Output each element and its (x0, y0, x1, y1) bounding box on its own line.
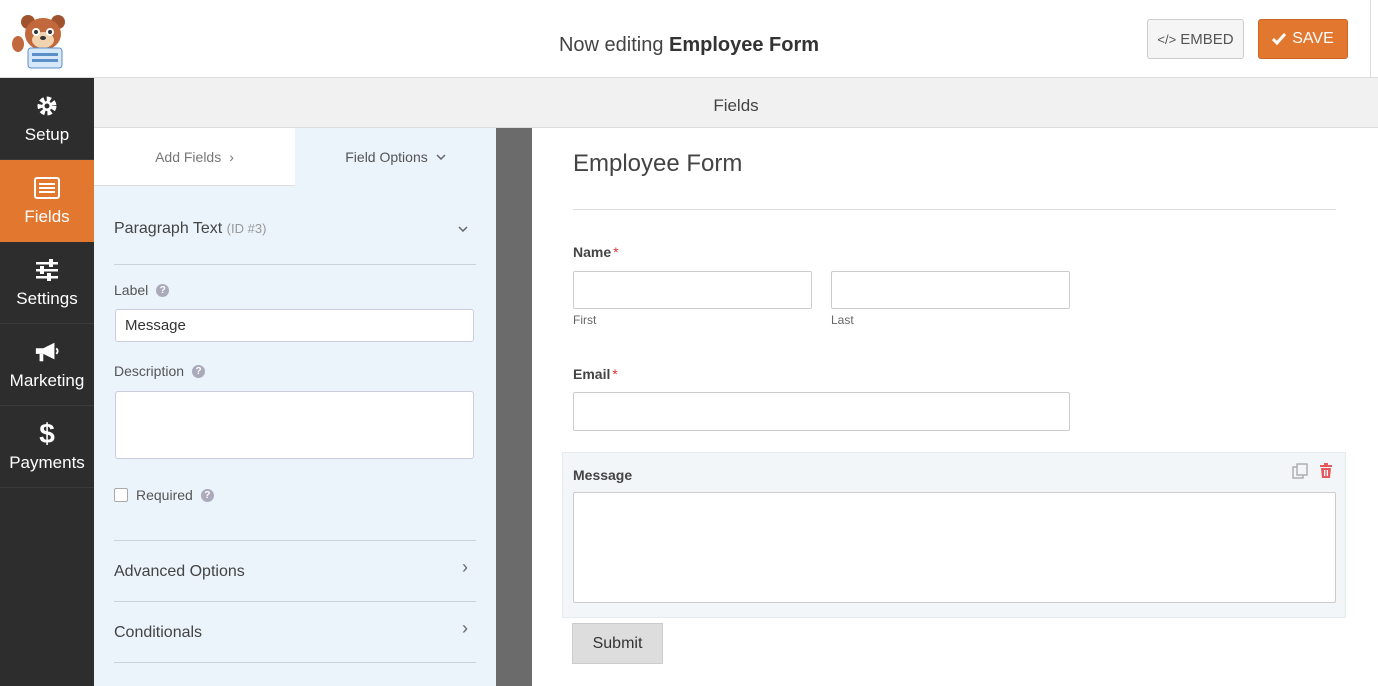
embed-button[interactable]: </> EMBED (1147, 19, 1244, 59)
check-icon (1272, 33, 1287, 45)
advanced-options-header[interactable]: Advanced Options › (114, 540, 476, 602)
label-caption-text: Label (114, 282, 149, 298)
sidebar-item-label: Fields (24, 206, 70, 226)
email-input[interactable] (573, 392, 1070, 431)
duplicate-icon[interactable] (1292, 463, 1308, 479)
top-bar: Now editing Employee Form </> EMBED SAVE (0, 0, 1378, 78)
form-title: Employee Form (573, 150, 743, 177)
message-label: Message (573, 467, 633, 483)
panel-tabs: Add Fields › Field Options (94, 128, 496, 186)
description-caption-text: Description (114, 363, 185, 379)
help-icon[interactable]: ? (156, 283, 170, 297)
required-asterisk: * (613, 244, 619, 260)
field-section-header[interactable]: Paragraph Text (ID #3) (114, 220, 476, 265)
sidebar-item-label: Setup (24, 124, 70, 144)
chevron-right-icon: › (229, 148, 234, 165)
required-label: Required (136, 487, 193, 503)
email-label: Email * (573, 366, 618, 382)
message-textarea[interactable] (573, 492, 1336, 603)
name-label-text: Name (573, 244, 612, 260)
label-input-value: Message (125, 317, 186, 334)
sidebar-item-marketing[interactable]: Marketing (0, 324, 94, 406)
label-caption: Label ? (114, 282, 170, 298)
panel-divider (496, 128, 532, 686)
chevron-right-icon: › (462, 557, 468, 577)
sidebar-item-settings[interactable]: Settings (0, 242, 94, 324)
required-asterisk: * (612, 366, 618, 382)
tab-label: Field Options (345, 149, 428, 165)
sidebar-item-fields[interactable]: Fields (0, 160, 94, 242)
conditionals-label: Conditionals (114, 624, 203, 641)
field-options-panel: Add Fields › Field Options Paragraph Tex… (94, 128, 496, 686)
title-prefix: Now editing (558, 34, 664, 56)
code-icon: </> (1157, 31, 1177, 47)
list-icon (34, 175, 60, 201)
field-type-name: Paragraph Text (114, 220, 223, 237)
divider (573, 209, 1336, 210)
sidebar-item-label: Payments (9, 452, 85, 472)
description-textarea[interactable] (115, 391, 474, 459)
first-name-input[interactable] (573, 271, 812, 309)
last-name-input[interactable] (831, 271, 1070, 309)
description-caption: Description ? (114, 363, 206, 379)
tab-add-fields[interactable]: Add Fields › (94, 128, 295, 186)
required-checkbox[interactable] (114, 488, 128, 502)
sidebar-item-setup[interactable]: Setup (0, 78, 94, 160)
save-label: SAVE (1292, 30, 1334, 47)
sidebar: Setup Fields Settings Marketing $ Paymen… (0, 78, 94, 686)
email-label-text: Email (573, 366, 611, 382)
message-field-selected[interactable]: Message (562, 452, 1346, 618)
name-label: Name * (573, 244, 619, 260)
submit-button[interactable]: Submit (572, 623, 663, 664)
fields-header: Fields (94, 78, 1378, 128)
last-sublabel: Last (831, 313, 854, 327)
chevron-down-icon (436, 154, 446, 160)
help-icon[interactable]: ? (200, 488, 214, 502)
label-input[interactable]: Message (115, 309, 474, 342)
tab-label: Add Fields (155, 148, 222, 165)
tab-field-options[interactable]: Field Options (295, 128, 496, 186)
advanced-options-label: Advanced Options (114, 563, 245, 580)
help-icon[interactable]: ? (192, 364, 206, 378)
sliders-icon (34, 257, 60, 283)
chevron-down-icon (458, 226, 468, 232)
dollar-icon: $ (39, 417, 55, 449)
required-row: Required ? (114, 487, 214, 503)
sidebar-item-label: Marketing (9, 370, 85, 390)
gear-icon (34, 93, 60, 119)
chevron-right-icon: › (462, 618, 468, 638)
conditionals-header[interactable]: Conditionals › (114, 602, 476, 663)
save-button[interactable]: SAVE (1258, 19, 1348, 59)
form-preview: Employee Form Name * First Last Email * Me… (532, 128, 1378, 686)
field-id: (ID #3) (226, 221, 267, 236)
embed-label: EMBED (1180, 30, 1234, 48)
form-name: Employee Form (669, 34, 820, 56)
sidebar-item-label: Settings (16, 288, 78, 308)
trash-icon[interactable] (1319, 463, 1333, 479)
divider (1370, 0, 1371, 78)
sidebar-item-payments[interactable]: $ Payments (0, 406, 94, 488)
first-sublabel: First (573, 313, 597, 327)
megaphone-icon (34, 339, 60, 365)
